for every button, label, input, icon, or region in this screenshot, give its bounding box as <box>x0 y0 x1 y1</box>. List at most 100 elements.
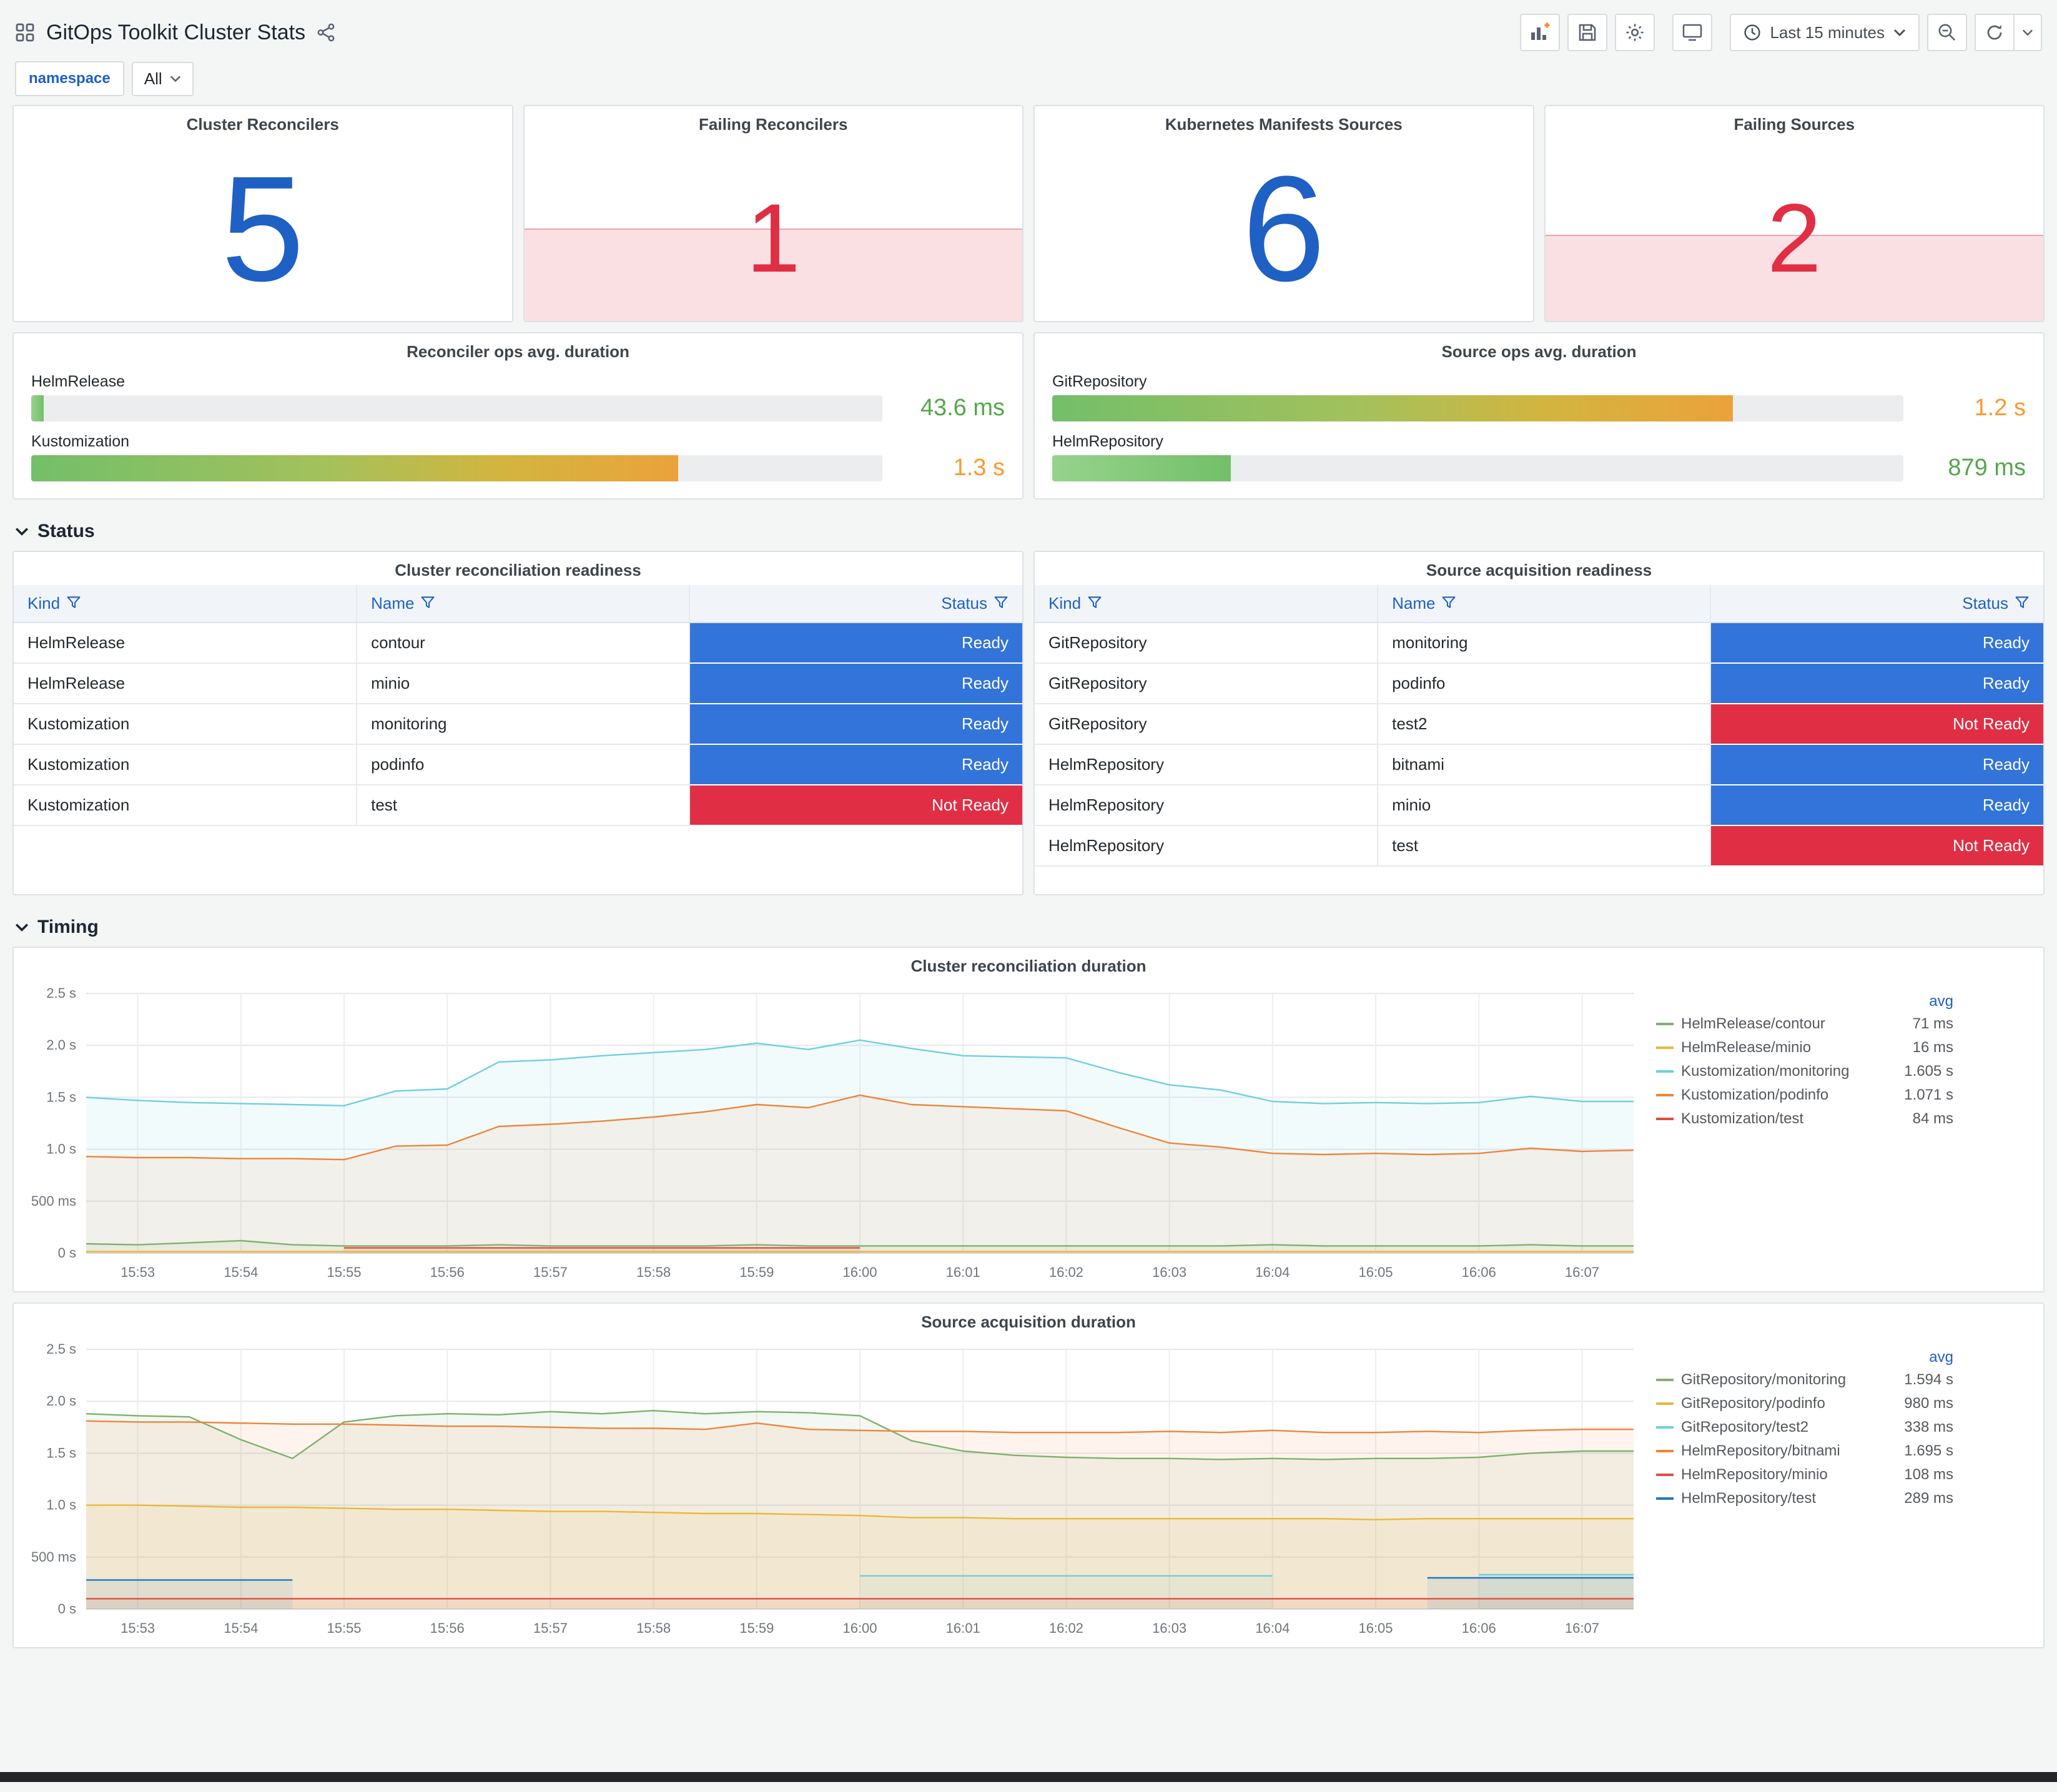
gauge-row-gitrepository: GitRepository 1.2 s <box>1052 373 2026 421</box>
filter-icon[interactable] <box>994 595 1009 610</box>
gauge-line: 43.6 ms <box>31 395 1005 421</box>
dashboard-page: GitOps Toolkit Cluster Stats Last 15 min… <box>0 0 2057 1782</box>
page-spacer <box>12 1658 2045 1772</box>
column-header-status[interactable]: Status <box>689 585 1022 623</box>
section-title: Status <box>37 521 95 541</box>
filter-icon[interactable] <box>1087 595 1102 610</box>
legend-item-helmrelease-contour[interactable]: HelmRelease/contour 71 ms <box>1656 1012 1956 1036</box>
column-header-name[interactable]: Name <box>1378 585 1712 623</box>
panel-title[interactable]: Source acquisition readiness <box>1035 552 2043 585</box>
column-header-name[interactable]: Name <box>357 585 691 623</box>
column-header-label: Status <box>1962 594 2008 613</box>
legend-item-helmrepository-minio[interactable]: HelmRepository/minio 108 ms <box>1656 1463 1956 1487</box>
section-row-status[interactable]: Status <box>12 510 2045 551</box>
variable-namespace-dropdown[interactable]: All <box>131 61 194 96</box>
legend-item-kustomization-monitoring[interactable]: Kustomization/monitoring 1.605 s <box>1656 1060 1956 1083</box>
gauge-fill-bar <box>31 455 678 481</box>
filter-icon[interactable] <box>1441 595 1456 610</box>
zoom-out-time-button[interactable] <box>1927 14 1967 51</box>
dashboard-grid-icon[interactable] <box>15 22 35 42</box>
x-axis-label: 16:05 <box>1358 1264 1393 1280</box>
series-avg-value: 289 ms <box>1904 1490 1953 1507</box>
chart-panel-source-acquisition-duration: Source acquisition duration 0 s 500 ms 1.0 … <box>12 1302 2045 1648</box>
column-header-kind[interactable]: Kind <box>14 585 358 623</box>
time-series-svg[interactable]: 0 s 500 ms 1.0 s 1.5 s 2.0 s 2.5 s 15:53 15:54 1… <box>16 983 1646 1288</box>
cell-status-badge: Ready <box>689 744 1022 785</box>
cell-name: bitnami <box>1378 744 1712 785</box>
caret-down-icon <box>1893 29 1906 36</box>
x-axis-label: 16:02 <box>1049 1620 1083 1636</box>
legend-item-kustomization-test[interactable]: Kustomization/test 84 ms <box>1656 1107 1956 1131</box>
legend-item-helmrelease-minio[interactable]: HelmRelease/minio 16 ms <box>1656 1036 1956 1060</box>
panel-title[interactable]: Source acquisition duration <box>14 1304 2043 1337</box>
cell-name: test <box>357 785 691 826</box>
share-icon[interactable] <box>317 23 335 42</box>
dashboard-settings-button[interactable] <box>1615 14 1655 51</box>
x-axis-label: 15:57 <box>533 1620 568 1636</box>
stat-panel-cluster-reconcilers: Cluster Reconcilers 5 <box>12 105 513 322</box>
caret-down-icon <box>170 76 180 82</box>
time-range-picker[interactable]: Last 15 minutes <box>1730 14 1920 51</box>
gauge-value: 1.2 s <box>1974 395 2026 421</box>
series-name: HelmRepository/bitnami <box>1681 1442 1840 1459</box>
gauge-label: HelmRepository <box>1052 433 1163 450</box>
y-axis-label: 0 s <box>58 1245 76 1261</box>
clock-icon <box>1744 24 1761 41</box>
cell-status-badge: Ready <box>1710 744 2043 785</box>
cell-status-badge: Ready <box>1710 785 2043 826</box>
refresh-interval-caret[interactable] <box>2015 14 2042 51</box>
cell-status-badge: Ready <box>689 663 1022 704</box>
cell-status-badge: Ready <box>689 623 1022 664</box>
column-header-kind[interactable]: Kind <box>1035 585 1379 623</box>
legend-item-kustomization-podinfo[interactable]: Kustomization/podinfo 1.071 s <box>1656 1083 1956 1107</box>
panel-title[interactable]: Cluster Reconcilers <box>14 106 512 139</box>
y-axis-label: 1.0 s <box>46 1141 76 1157</box>
series-name: HelmRelease/contour <box>1681 1015 1825 1032</box>
section-row-timing[interactable]: Timing <box>12 905 2045 947</box>
series-name: Kustomization/test <box>1681 1110 1804 1127</box>
cell-kind: HelmRepository <box>1035 825 1379 867</box>
x-axis-label: 15:58 <box>636 1620 671 1636</box>
panel-title[interactable]: Failing Reconcilers <box>525 106 1023 139</box>
x-axis-label: 15:55 <box>327 1264 361 1280</box>
x-axis-label: 15:53 <box>121 1264 155 1280</box>
time-series-plot-area[interactable]: 0 s 500 ms 1.0 s 1.5 s 2.0 s 2.5 s 15:53 15:54 1… <box>16 1339 1646 1647</box>
legend-item-helmrepository-test[interactable]: HelmRepository/test 289 ms <box>1656 1487 1956 1510</box>
panel-title[interactable]: Reconciler ops avg. duration <box>14 333 1022 367</box>
add-panel-button[interactable] <box>1520 14 1561 51</box>
panel-title[interactable]: Source ops avg. duration <box>1035 333 2043 367</box>
table-row: Kustomization test Not Ready <box>14 785 1022 826</box>
filter-icon[interactable] <box>2015 595 2030 610</box>
x-axis-label: 16:00 <box>842 1620 877 1636</box>
gauge-track <box>1052 395 1903 421</box>
series-avg-value: 1.695 s <box>1904 1442 1953 1459</box>
filter-icon[interactable] <box>420 595 435 610</box>
y-axis-label: 1.5 s <box>46 1089 76 1105</box>
legend-item-gitrepository-monitoring[interactable]: GitRepository/monitoring 1.594 s <box>1656 1368 1956 1392</box>
chevron-down-icon <box>15 528 29 536</box>
legend-item-gitrepository-test2[interactable]: GitRepository/test2 338 ms <box>1656 1415 1956 1439</box>
refresh-button[interactable] <box>1975 14 2015 51</box>
gauge-track <box>31 455 882 481</box>
x-axis-label: 16:06 <box>1462 1264 1496 1280</box>
panel-title[interactable]: Failing Sources <box>1546 106 2044 139</box>
stat-value-wrap: 2 <box>1546 136 2044 321</box>
cycle-view-button[interactable] <box>1672 14 1713 51</box>
panel-title[interactable]: Cluster reconciliation duration <box>14 948 2043 981</box>
x-axis-label: 16:04 <box>1255 1620 1290 1636</box>
save-dashboard-button[interactable] <box>1567 14 1608 51</box>
gauge-value: 1.3 s <box>953 455 1005 481</box>
stat-panel-kubernetes-manifests-sources: Kubernetes Manifests Sources 6 <box>1033 105 1534 322</box>
y-axis-label: 1.0 s <box>46 1497 76 1513</box>
y-axis-label: 1.5 s <box>46 1445 76 1460</box>
column-header-status[interactable]: Status <box>1710 585 2043 623</box>
x-axis-label: 15:59 <box>739 1620 774 1636</box>
legend-item-helmrepository-bitnami[interactable]: HelmRepository/bitnami 1.695 s <box>1656 1439 1956 1463</box>
panel-title[interactable]: Cluster reconciliation readiness <box>14 552 1022 585</box>
series-name: HelmRepository/minio <box>1681 1466 1828 1483</box>
time-series-svg[interactable]: 0 s 500 ms 1.0 s 1.5 s 2.0 s 2.5 s 15:53 15:54 1… <box>16 1339 1646 1644</box>
legend-item-gitrepository-podinfo[interactable]: GitRepository/podinfo 980 ms <box>1656 1392 1956 1415</box>
time-series-plot-area[interactable]: 0 s 500 ms 1.0 s 1.5 s 2.0 s 2.5 s 15:53 15:54 1… <box>16 983 1646 1291</box>
filter-icon[interactable] <box>66 595 81 610</box>
panel-title[interactable]: Kubernetes Manifests Sources <box>1035 106 1533 139</box>
